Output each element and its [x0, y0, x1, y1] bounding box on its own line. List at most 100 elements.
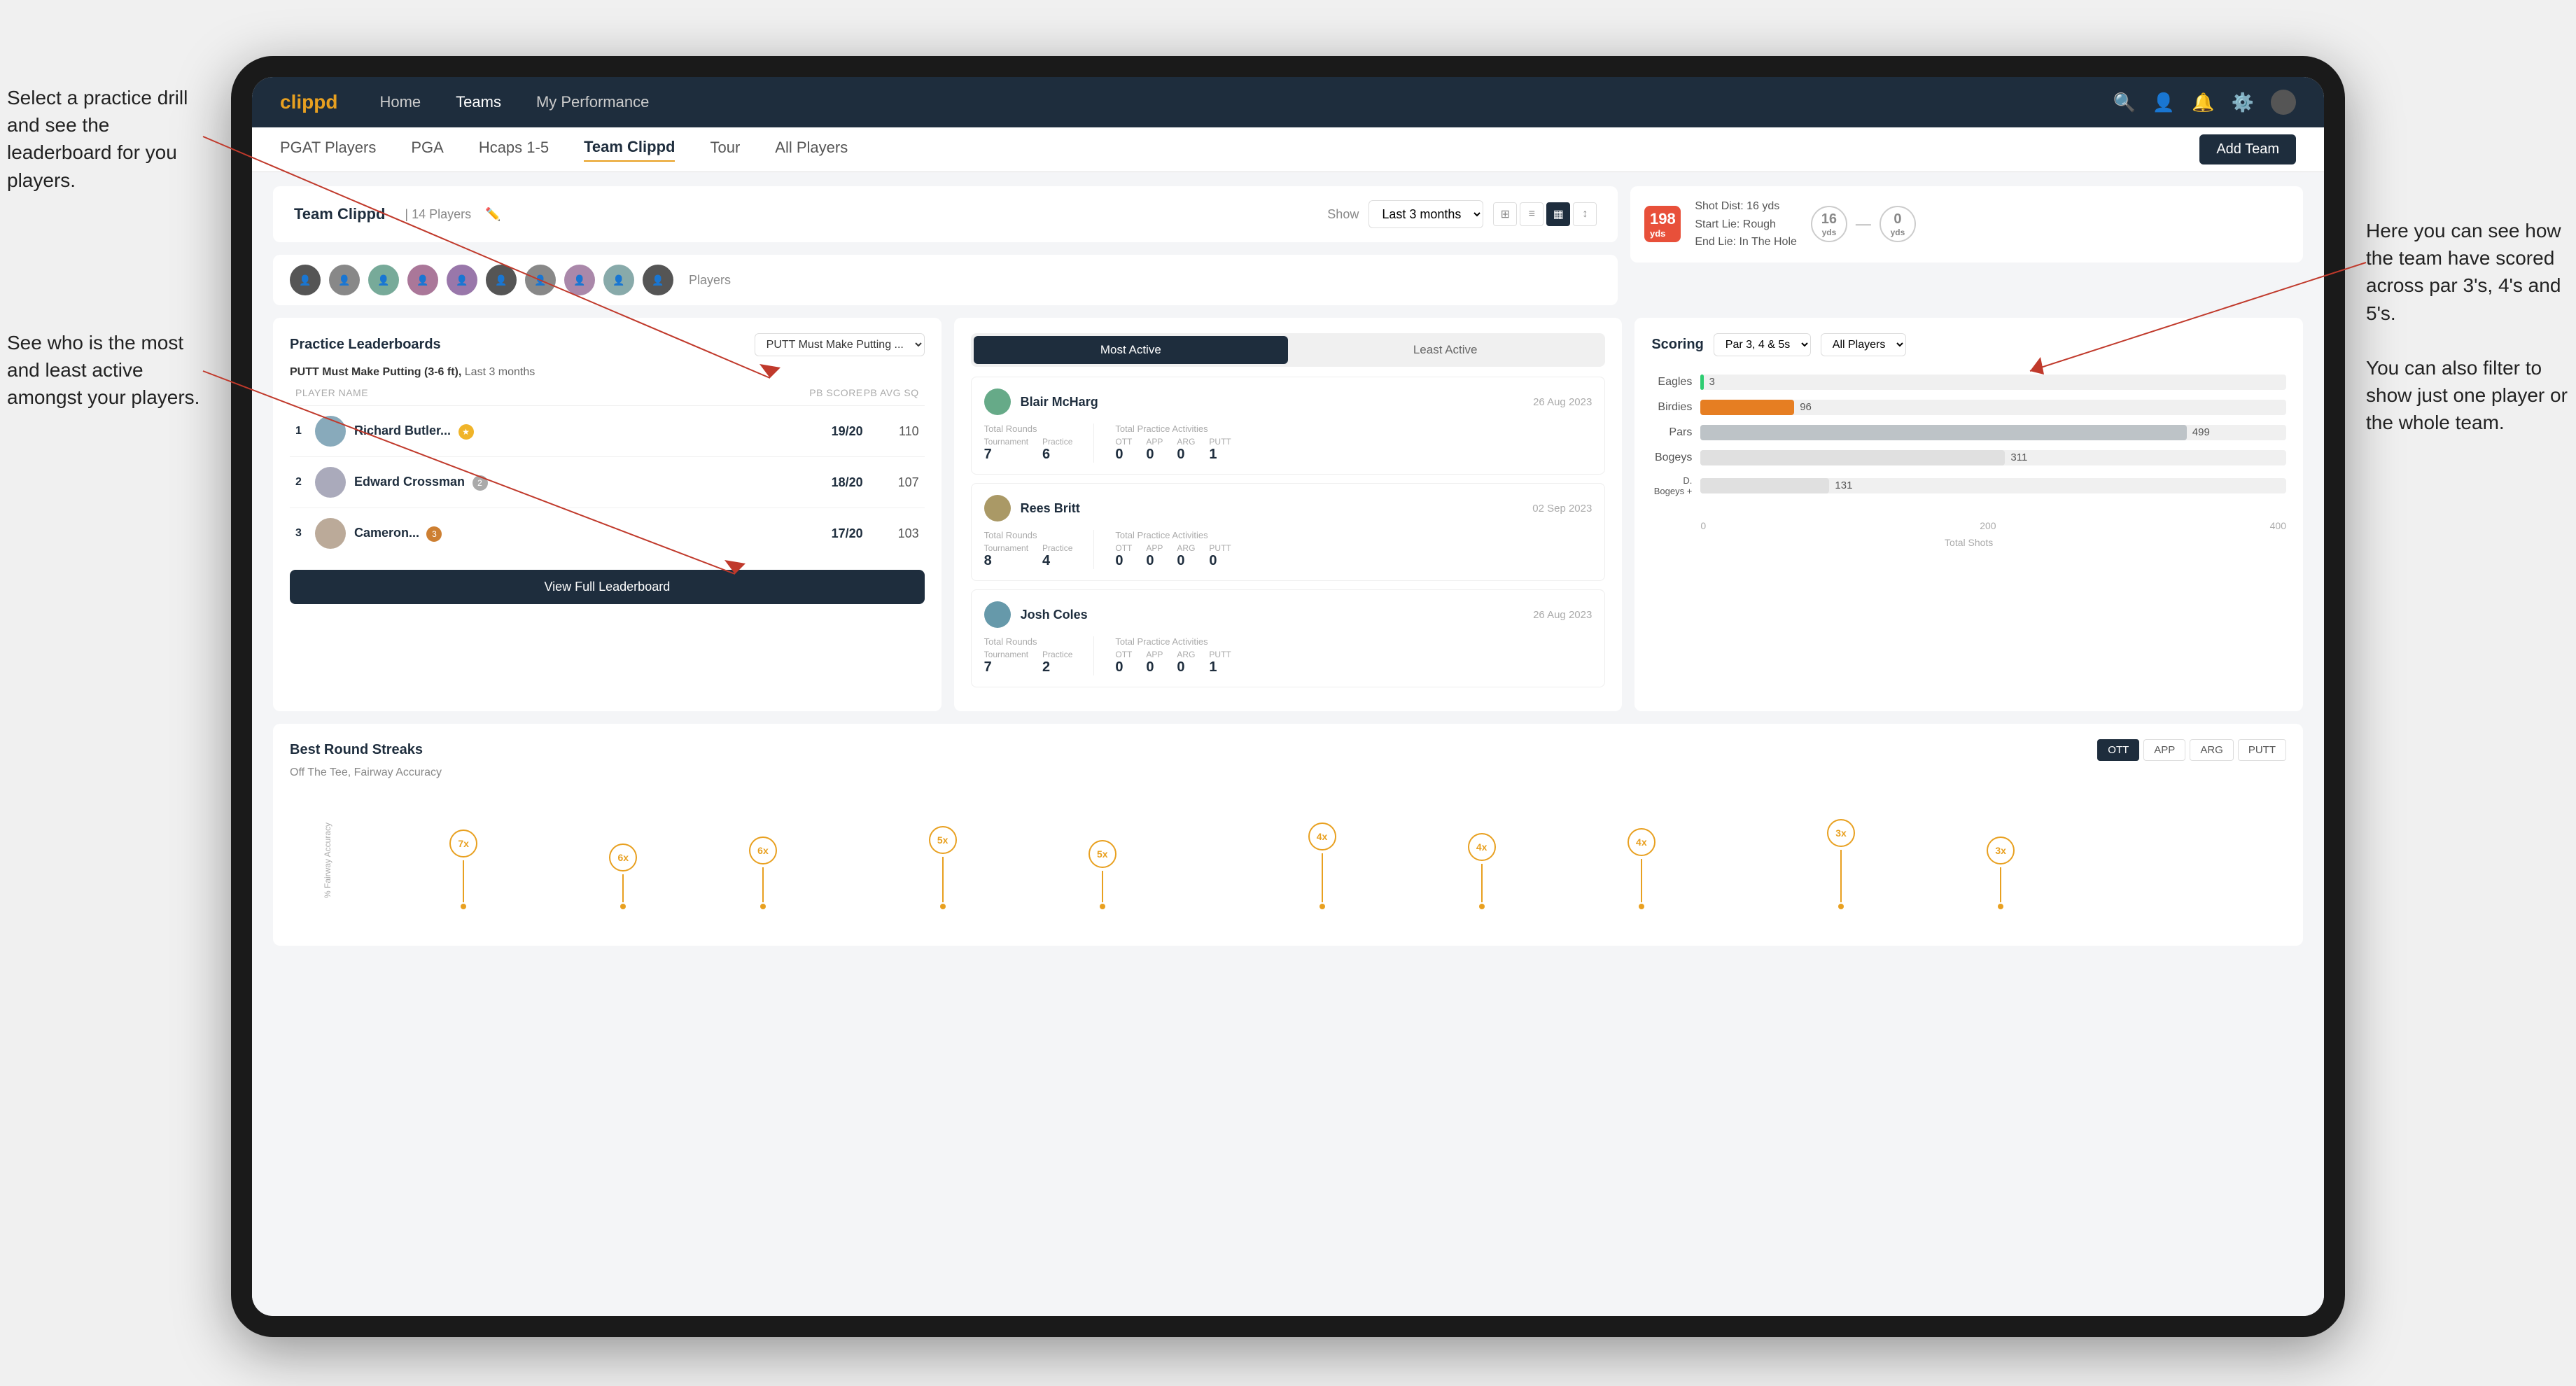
putt-label-2: PUTT: [1209, 543, 1231, 553]
annotation-right: Here you can see how the team have score…: [2366, 217, 2569, 437]
view-card-icon[interactable]: ▦: [1546, 202, 1570, 226]
most-active-tab[interactable]: Most Active: [974, 336, 1288, 364]
par-filter-dropdown[interactable]: Par 3, 4 & 5s: [1714, 333, 1811, 356]
add-team-button[interactable]: Add Team: [2199, 134, 2296, 164]
player-avatar-5[interactable]: 👤: [447, 265, 477, 295]
activities-label-3: Total Practice Activities: [1115, 636, 1231, 647]
view-icons: ⊞ ≡ ▦ ↕: [1493, 202, 1597, 226]
bar-track-eagles: 3: [1700, 374, 2286, 390]
practice-value-3: 2: [1042, 659, 1072, 676]
pac-header-3: Josh Coles 26 Aug 2023: [984, 601, 1592, 628]
person-icon[interactable]: 👤: [2152, 92, 2175, 113]
streak-dot-4: [940, 904, 946, 909]
leaderboard-dropdown[interactable]: PUTT Must Make Putting ...: [755, 333, 925, 356]
bar-label-bogeys: Bogeys: [1651, 451, 1700, 464]
player-avatar-8[interactable]: 👤: [564, 265, 595, 295]
col-pb-score: PB SCORE: [807, 387, 863, 398]
nav-teams[interactable]: Teams: [456, 93, 501, 111]
filter-arg[interactable]: ARG: [2190, 739, 2234, 761]
subnav: PGAT Players PGA Hcaps 1-5 Team Clippd T…: [252, 127, 2324, 172]
streak-stem-7: [1481, 864, 1483, 902]
navbar: clippd Home Teams My Performance 🔍 👤 🔔 ⚙…: [252, 77, 2324, 127]
arg-value-1: 0: [1177, 447, 1195, 463]
circle2-unit: yds: [1891, 227, 1905, 237]
view-list-icon[interactable]: ≡: [1520, 202, 1544, 226]
tournament-label-3: Tournament: [984, 650, 1028, 659]
streak-dot-7: [1479, 904, 1485, 909]
subnav-all-players[interactable]: All Players: [775, 139, 848, 161]
player-avatar-3[interactable]: 👤: [368, 265, 399, 295]
total-rounds-label-2: Total Rounds: [984, 530, 1073, 540]
bar-fill-dbogeys: [1700, 478, 1829, 493]
putt-stat-2: PUTT 0: [1209, 543, 1231, 569]
rounds-row-2: Tournament 8 Practice 4: [984, 543, 1073, 569]
filter-app[interactable]: APP: [2143, 739, 2185, 761]
player-avatar-10[interactable]: 👤: [643, 265, 673, 295]
player-avatar-4[interactable]: 👤: [407, 265, 438, 295]
filter-putt[interactable]: PUTT: [2238, 739, 2286, 761]
streak-stem-3: [762, 867, 764, 902]
tournament-stat-2: Tournament 8: [984, 543, 1028, 569]
divider-2: [1093, 530, 1094, 569]
pac-avatar-1: [984, 388, 1011, 415]
subnav-team-clippd[interactable]: Team Clippd: [584, 138, 675, 162]
search-icon[interactable]: 🔍: [2113, 92, 2136, 113]
ott-label-1: OTT: [1115, 437, 1132, 447]
player-avatar-1[interactable]: 👤: [290, 265, 321, 295]
subnav-pgat[interactable]: PGAT Players: [280, 139, 376, 161]
subnav-hcaps[interactable]: Hcaps 1-5: [479, 139, 549, 161]
pac-name-1: Blair McHarg: [1021, 395, 1523, 410]
streak-dot-2: [620, 904, 626, 909]
bar-fill-pars: [1700, 425, 2186, 440]
least-active-tab[interactable]: Least Active: [1288, 336, 1602, 364]
activities-row-2: OTT 0 APP 0 ARG 0: [1115, 543, 1231, 569]
player-filter-dropdown[interactable]: All Players: [1821, 333, 1906, 356]
bar-value-eagles: 3: [1709, 376, 1715, 388]
player-avatar-6[interactable]: 👤: [486, 265, 517, 295]
bell-icon[interactable]: 🔔: [2192, 92, 2214, 113]
streaks-header: Best Round Streaks OTT APP ARG PUTT: [290, 739, 2286, 761]
user-avatar[interactable]: [2271, 90, 2296, 115]
pac-header-2: Rees Britt 02 Sep 2023: [984, 495, 1592, 522]
view-leaderboard-button[interactable]: View Full Leaderboard: [290, 570, 925, 604]
pac-stats-3: Total Rounds Tournament 7 Practice 2: [984, 636, 1592, 676]
bar-value-birdies: 96: [1800, 401, 1812, 413]
shot-info-text: Shot Dist: 16 yds Start Lie: Rough End L…: [1695, 197, 1797, 251]
leaderboard-title: Practice Leaderboards: [290, 337, 441, 353]
player-avatar-9[interactable]: 👤: [603, 265, 634, 295]
nav-performance[interactable]: My Performance: [536, 93, 649, 111]
streak-stem-1: [463, 860, 464, 902]
bar-label-birdies: Birdies: [1651, 401, 1700, 414]
streak-stem-2: [622, 874, 624, 902]
show-dropdown[interactable]: Last 3 months Last 6 months Last year: [1368, 200, 1483, 228]
lb-player-name-3: Cameron...: [354, 526, 419, 540]
scoring-header: Scoring Par 3, 4 & 5s All Players: [1651, 333, 2286, 356]
nav-home[interactable]: Home: [379, 93, 421, 111]
subnav-tour[interactable]: Tour: [710, 139, 740, 161]
lb-player-name-2: Edward Crossman: [354, 475, 465, 489]
player-avatar-2[interactable]: 👤: [329, 265, 360, 295]
streak-point-3: 6x: [749, 836, 777, 909]
lb-badge-bronze: 3: [426, 526, 442, 542]
filter-ott[interactable]: OTT: [2097, 739, 2139, 761]
players-label: Players: [689, 273, 731, 288]
practice-label-3: Practice: [1042, 650, 1072, 659]
ott-label-3: OTT: [1115, 650, 1132, 659]
settings-icon[interactable]: ⚙️: [2232, 92, 2254, 113]
view-grid-icon[interactable]: ⊞: [1493, 202, 1517, 226]
subnav-pga[interactable]: PGA: [411, 139, 443, 161]
streak-dot-9: [1838, 904, 1844, 909]
streak-stem-6: [1322, 853, 1323, 902]
arg-stat-2: ARG 0: [1177, 543, 1195, 569]
edit-icon[interactable]: ✏️: [485, 207, 500, 222]
team-header-card: Team Clippd | 14 Players ✏️ Show Last 3 …: [273, 186, 1618, 242]
app-stat-3: APP 0: [1146, 650, 1163, 676]
streak-bubble-8: 4x: [1628, 828, 1656, 856]
main-content: Team Clippd | 14 Players ✏️ Show Last 3 …: [252, 172, 2324, 1316]
rounds-row-1: Tournament 7 Practice 6: [984, 437, 1073, 463]
player-avatar-7[interactable]: 👤: [525, 265, 556, 295]
bar-value-pars: 499: [2192, 426, 2210, 438]
activity-toggle: Most Active Least Active: [971, 333, 1606, 367]
content-grid: Practice Leaderboards PUTT Must Make Put…: [273, 318, 2303, 711]
view-sort-icon[interactable]: ↕: [1573, 202, 1597, 226]
